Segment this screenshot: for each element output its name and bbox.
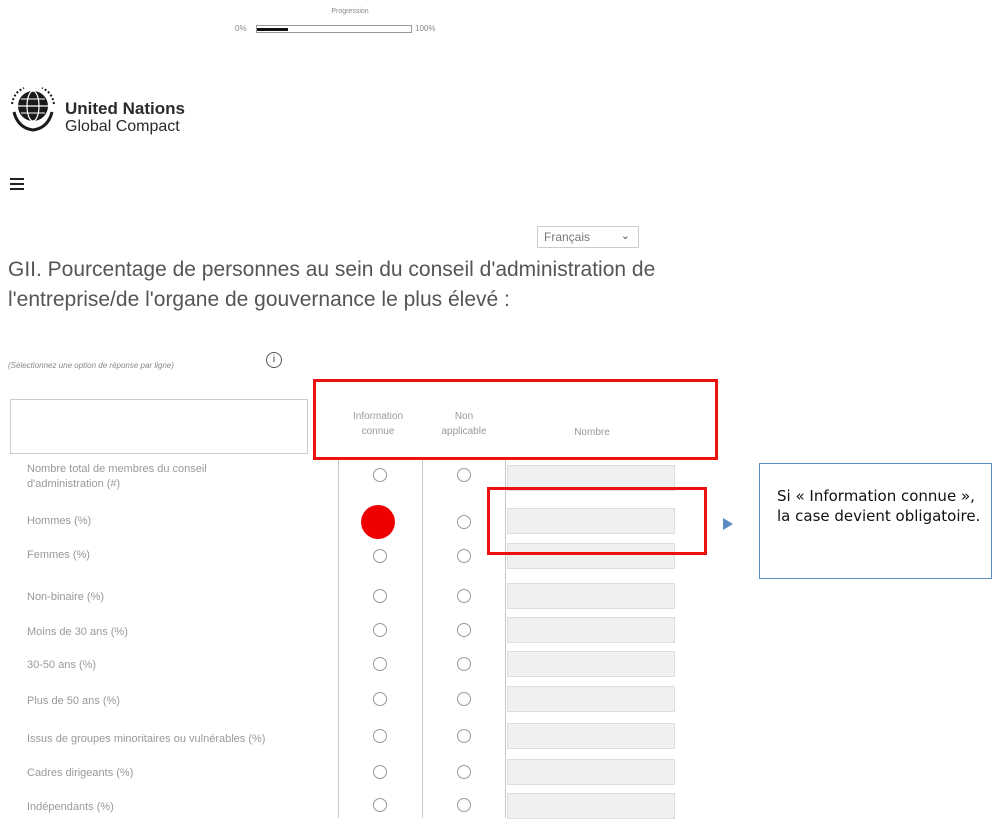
- radio-non-applicable[interactable]: [457, 692, 471, 706]
- org-name-line1: United Nations: [65, 99, 185, 118]
- radio-non-applicable[interactable]: [457, 549, 471, 563]
- progress-bar: [256, 25, 412, 33]
- language-select[interactable]: Français ⌄: [537, 226, 639, 248]
- callout-arrow-icon: [723, 518, 733, 530]
- nombre-input[interactable]: [507, 759, 675, 785]
- chevron-down-icon: ⌄: [620, 230, 630, 242]
- radio-information-connue[interactable]: [373, 692, 387, 706]
- radio-non-applicable[interactable]: [457, 468, 471, 482]
- radio-information-connue[interactable]: [373, 468, 387, 482]
- radio-information-connue[interactable]: [373, 549, 387, 563]
- nombre-input[interactable]: [507, 793, 675, 819]
- radio-non-applicable[interactable]: [457, 798, 471, 812]
- nombre-input[interactable]: [507, 583, 675, 609]
- row-label: Non-binaire (%): [27, 591, 105, 603]
- grid-column-divider: [338, 458, 339, 818]
- row-label: 30-50 ans (%): [27, 659, 97, 671]
- selected-radio-marker: [361, 505, 395, 539]
- radio-non-applicable[interactable]: [457, 729, 471, 743]
- nombre-input[interactable]: [507, 651, 675, 677]
- header-highlight-box: [313, 379, 718, 460]
- radio-non-applicable[interactable]: [457, 765, 471, 779]
- row-label: Cadres dirigeants (%): [27, 767, 134, 779]
- radio-non-applicable[interactable]: [457, 515, 471, 529]
- question-title: GII. Pourcentage de personnes au sein du…: [8, 258, 656, 311]
- nombre-input[interactable]: [507, 723, 675, 749]
- radio-information-connue[interactable]: [373, 765, 387, 779]
- progress-bar-fill: [257, 28, 288, 31]
- info-icon[interactable]: i: [266, 352, 282, 368]
- row-label: Nombre total de membres du conseil d'adm…: [27, 463, 207, 490]
- nombre-input[interactable]: [507, 617, 675, 643]
- language-selected-value: Français: [544, 230, 591, 244]
- row-label: Plus de 50 ans (%): [27, 695, 120, 707]
- hamburger-menu-icon[interactable]: [10, 178, 24, 190]
- radio-information-connue[interactable]: [373, 623, 387, 637]
- row-label: Hommes (%): [27, 515, 92, 527]
- org-name-line2: Global Compact: [65, 118, 180, 135]
- row-label: Issus de groupes minoritaires ou vulnéra…: [27, 733, 266, 745]
- annotation-callout: Si « Information connue », la case devie…: [759, 463, 992, 579]
- progress-max-label: 100%: [415, 24, 436, 33]
- radio-non-applicable[interactable]: [457, 623, 471, 637]
- radio-non-applicable[interactable]: [457, 589, 471, 603]
- radio-information-connue[interactable]: [373, 729, 387, 743]
- radio-information-connue[interactable]: [373, 798, 387, 812]
- un-global-compact-logo-icon[interactable]: [8, 84, 58, 134]
- grid-column-divider: [422, 458, 423, 818]
- progress-label: Progression: [331, 8, 369, 15]
- row-label: Indépendants (%): [27, 801, 114, 813]
- table-corner-cell: [10, 399, 308, 454]
- row-label: Femmes (%): [27, 549, 90, 561]
- row-label: Moins de 30 ans (%): [27, 626, 128, 638]
- radio-non-applicable[interactable]: [457, 657, 471, 671]
- radio-information-connue[interactable]: [373, 589, 387, 603]
- radio-information-connue[interactable]: [373, 657, 387, 671]
- field-highlight-box: [487, 487, 707, 555]
- question-instruction: (Sélectionnez une option de réponse par …: [8, 361, 174, 370]
- progress-min-label: 0%: [235, 24, 247, 33]
- nombre-input[interactable]: [507, 686, 675, 712]
